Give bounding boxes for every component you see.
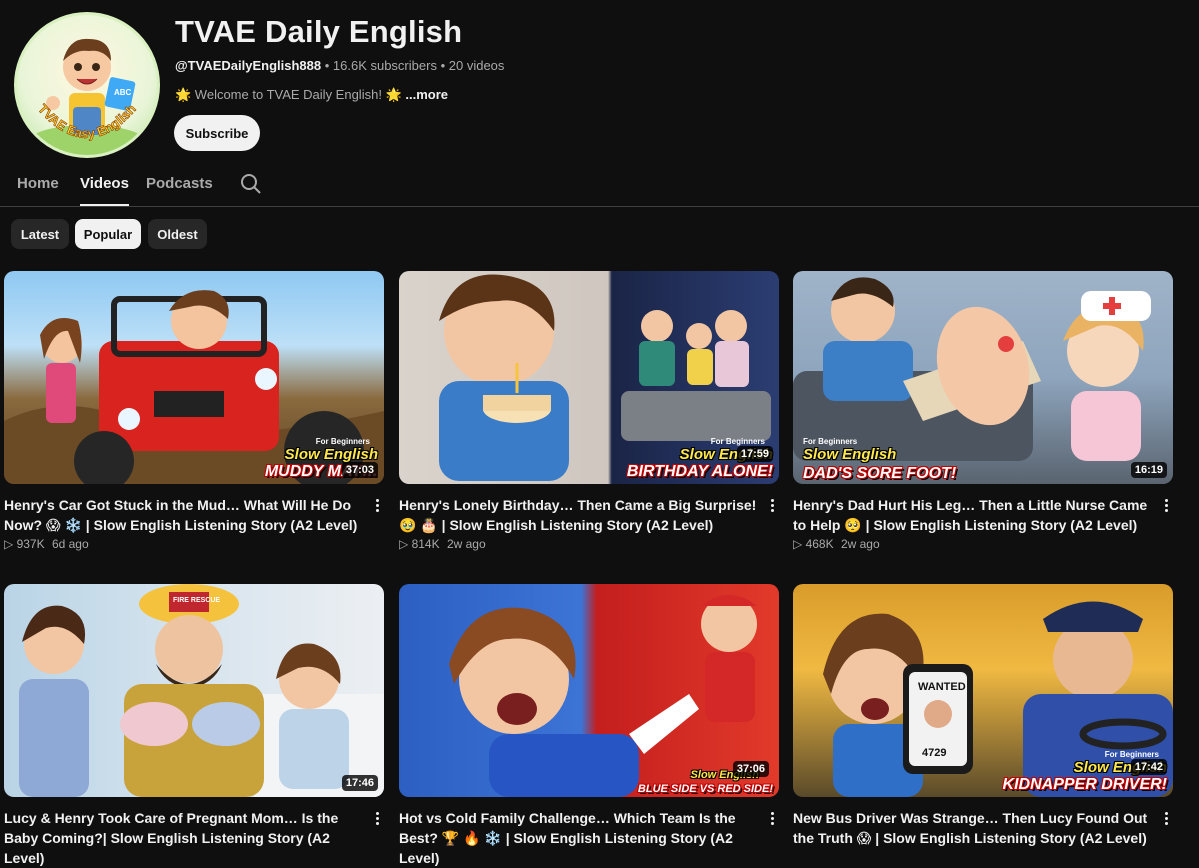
chip-oldest[interactable]: Oldest xyxy=(148,219,207,249)
thumbnail-art xyxy=(449,595,757,797)
video-title[interactable]: Henry's Lonely Birthday… Then Came a Big… xyxy=(399,495,759,535)
video-title[interactable]: Hot vs Cold Family Challenge… Which Team… xyxy=(399,808,759,868)
thumbnail-badge: For Beginners xyxy=(710,437,765,446)
channel-header: ABC TVAE Easy English TVAE Daily English… xyxy=(0,0,1199,160)
search-icon[interactable] xyxy=(240,173,262,195)
video-thumbnail[interactable]: For Beginners Slow English MUDDY MAY… 37… xyxy=(4,271,384,484)
thumbnail-badge: For Beginners xyxy=(315,437,370,446)
tab-home[interactable]: Home xyxy=(17,175,59,192)
video-thumbnail[interactable]: Slow English BLUE SIDE VS RED SIDE! 37:0… xyxy=(399,584,779,797)
channel-handle: @TVAEDailyEnglish888 xyxy=(175,58,322,73)
video-thumbnail[interactable]: For Beginners Slow English DAD'S SORE FO… xyxy=(793,271,1173,484)
thumbnail-badge: For Beginners xyxy=(1104,750,1159,759)
duration-badge: 37:06 xyxy=(732,761,769,777)
duration-badge: 17:46 xyxy=(341,775,378,791)
view-count: ▷ 468K xyxy=(793,537,834,551)
video-meta: ▷ 937K 6d ago xyxy=(4,537,89,551)
thumbnail-caption: DAD'S SORE FOOT! xyxy=(803,465,957,482)
thumbnail-badge: For Beginners xyxy=(803,437,858,446)
meta-separator: • xyxy=(324,58,333,73)
thumbnail-subtitle: Slow English xyxy=(803,446,897,463)
video-thumbnail[interactable]: For Beginners Slow English BIRTHDAY ALON… xyxy=(399,271,779,484)
view-count: ▷ 937K xyxy=(4,537,45,551)
video-meta: ▷ 814K 2w ago xyxy=(399,537,486,551)
more-actions-icon[interactable] xyxy=(370,497,384,517)
subscriber-count: 16.6K subscribers xyxy=(332,58,437,73)
more-actions-icon[interactable] xyxy=(370,810,384,830)
duration-badge: 17:59 xyxy=(736,446,773,462)
channel-avatar[interactable]: ABC TVAE Easy English xyxy=(14,12,160,158)
video-title[interactable]: Lucy & Henry Took Care of Pregnant Mom… … xyxy=(4,808,364,868)
more-actions-icon[interactable] xyxy=(1159,497,1173,517)
chip-popular[interactable]: Popular xyxy=(75,219,141,249)
view-count: ▷ 814K xyxy=(399,537,440,551)
meta-separator: • xyxy=(440,58,449,73)
thumbnail-art: FIRE RESCUE xyxy=(19,584,384,797)
more-actions-icon[interactable] xyxy=(765,810,779,830)
video-title[interactable]: Henry's Car Got Stuck in the Mud… What W… xyxy=(4,495,364,535)
channel-name: TVAE Daily English xyxy=(175,14,463,49)
tab-videos[interactable]: Videos xyxy=(80,175,129,206)
duration-badge: 37:03 xyxy=(341,462,378,478)
thumbnail-subtitle: Slow English xyxy=(284,446,378,463)
svg-text:TVAE Easy English: TVAE Easy English xyxy=(35,101,139,141)
more-link[interactable]: ...more xyxy=(405,87,448,102)
upload-age: 2w ago xyxy=(446,537,486,551)
thumbnail-caption: BIRTHDAY ALONE! xyxy=(626,463,773,480)
chip-latest[interactable]: Latest xyxy=(11,219,69,249)
duration-badge: 16:19 xyxy=(1130,462,1167,478)
channel-meta: @TVAEDailyEnglish888 • 16.6K subscribers… xyxy=(175,58,504,73)
description-text: 🌟 Welcome to TVAE Daily English! 🌟 xyxy=(175,87,402,102)
fire-rescue-sign: FIRE RESCUE xyxy=(173,597,220,604)
avatar-text-arc: TVAE Easy English xyxy=(35,101,139,142)
more-actions-icon[interactable] xyxy=(765,497,779,517)
video-thumbnail[interactable]: WANTED 4729 For Beginners Slow English K… xyxy=(793,584,1173,797)
video-title[interactable]: Henry's Dad Hurt His Leg… Then a Little … xyxy=(793,495,1153,535)
channel-tabs: Home Videos Podcasts xyxy=(0,160,1199,207)
duration-badge: 17:42 xyxy=(1130,759,1167,775)
wanted-label: WANTED xyxy=(918,681,966,693)
thumbnail-caption: BLUE SIDE VS RED SIDE! xyxy=(637,783,773,795)
wanted-number: 4729 xyxy=(922,747,946,759)
channel-description[interactable]: 🌟 Welcome to TVAE Daily English! 🌟 ...mo… xyxy=(175,87,448,103)
upload-age: 6d ago xyxy=(51,537,89,551)
video-thumbnail[interactable]: FIRE RESCUE 17:46 xyxy=(4,584,384,797)
video-meta: ▷ 468K 2w ago xyxy=(793,537,880,551)
thumbnail-caption: KIDNAPPER DRIVER! xyxy=(1002,776,1167,793)
video-title[interactable]: New Bus Driver Was Strange… Then Lucy Fo… xyxy=(793,808,1153,848)
subscribe-button[interactable]: Subscribe xyxy=(174,115,260,151)
video-count: 20 videos xyxy=(448,58,505,73)
upload-age: 2w ago xyxy=(840,537,880,551)
more-actions-icon[interactable] xyxy=(1159,810,1173,830)
tab-podcasts[interactable]: Podcasts xyxy=(146,175,213,192)
